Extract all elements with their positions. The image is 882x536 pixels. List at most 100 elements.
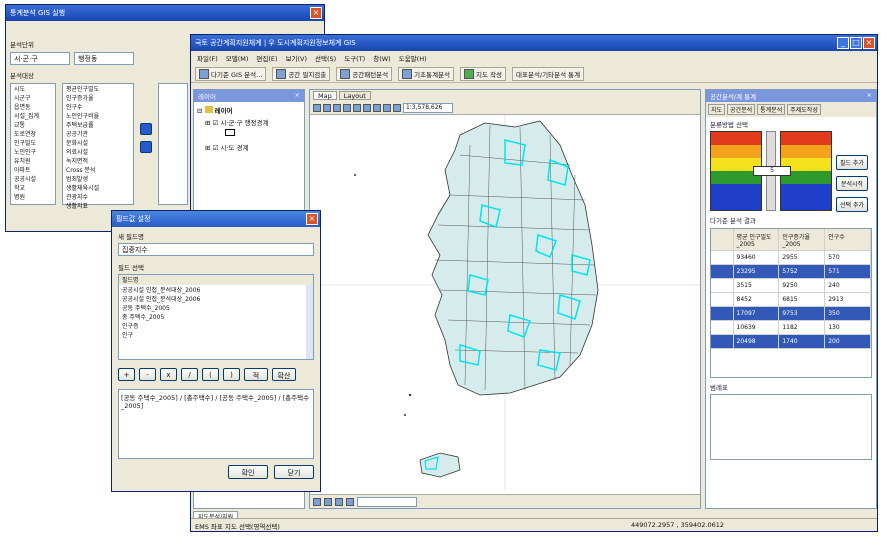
- remove-arrow-button[interactable]: [140, 141, 152, 153]
- identify-icon[interactable]: [373, 103, 381, 112]
- list-item[interactable]: 시군구: [11, 93, 55, 102]
- close-icon[interactable]: ×: [867, 91, 872, 101]
- close-icon[interactable]: ×: [306, 213, 318, 225]
- table-row[interactable]: 8452 6815 2913: [711, 293, 871, 307]
- toc-layer-1[interactable]: ⊞ ☑ 시·군·구 행정경계: [197, 117, 301, 127]
- list-item[interactable]: 공공시설 인접_분석대상_2006: [119, 285, 313, 294]
- list-item[interactable]: Cross 분석: [63, 165, 133, 174]
- list-item[interactable]: 공공기관: [63, 129, 133, 138]
- list-item[interactable]: 녹지면적: [63, 156, 133, 165]
- list-item[interactable]: 유치원: [11, 156, 55, 165]
- korea-map[interactable]: [310, 115, 700, 491]
- maximize-icon[interactable]: □: [850, 37, 862, 49]
- table-row[interactable]: 3515 9250 240: [711, 279, 871, 293]
- tab-layout[interactable]: Layout: [338, 91, 371, 100]
- layer-checkbox[interactable]: ☑: [213, 119, 219, 127]
- minimize-icon[interactable]: _: [837, 37, 849, 49]
- zoom-in-icon[interactable]: [333, 103, 341, 112]
- list-item[interactable]: 평균인구밀도: [63, 84, 133, 93]
- list-item[interactable]: 인구증: [119, 321, 313, 330]
- add-arrow-button[interactable]: [140, 123, 152, 135]
- pattern-button[interactable]: 공간패턴분석: [336, 66, 393, 81]
- select-icon[interactable]: [363, 103, 371, 112]
- zoom-out-icon[interactable]: [343, 103, 351, 112]
- draw-circle-icon[interactable]: [335, 497, 343, 506]
- list-item[interactable]: 아파트: [11, 165, 55, 174]
- multi-criteria-button[interactable]: 다기준 GIS 분석...: [195, 66, 267, 81]
- menu-window[interactable]: 창(W): [373, 53, 390, 63]
- tab-map[interactable]: Map: [313, 91, 337, 100]
- list-item[interactable]: 읍면동: [11, 102, 55, 111]
- refresh-icon[interactable]: [393, 103, 401, 112]
- tab-thematic[interactable]: 주제도작성: [787, 104, 821, 115]
- toc-root[interactable]: ⊟ 레이어: [197, 105, 301, 115]
- operator-button[interactable]: (: [202, 368, 219, 381]
- table-row[interactable]: 23295 5752 571: [711, 265, 871, 279]
- menu-model[interactable]: 모델(M): [226, 53, 249, 63]
- close-button[interactable]: 닫기: [274, 465, 314, 479]
- draw-rect-icon[interactable]: [324, 497, 332, 506]
- list-item[interactable]: 노인인구: [11, 147, 55, 156]
- operator-button[interactable]: 확산: [272, 368, 296, 381]
- add-selection-button[interactable]: 선택 추가: [836, 197, 868, 212]
- list-item[interactable]: 생활체육시설: [63, 183, 133, 192]
- save-icon[interactable]: [313, 103, 321, 112]
- list-item[interactable]: 공공시설: [11, 174, 55, 183]
- close-icon[interactable]: ×: [863, 37, 875, 49]
- operator-button[interactable]: -: [139, 368, 156, 381]
- scale-combo[interactable]: 1:3,578,626: [403, 102, 453, 113]
- menu-select[interactable]: 선택(S): [315, 53, 336, 63]
- list-scrollbar[interactable]: [306, 285, 313, 359]
- list-item[interactable]: 도로연장: [11, 129, 55, 138]
- list-item[interactable]: 병원: [11, 192, 55, 201]
- toc-layer-2[interactable]: ⊞ ☑ 시·도 경계: [197, 142, 301, 152]
- table-row[interactable]: 10639 1182 130: [711, 321, 871, 335]
- text-icon[interactable]: [346, 497, 354, 506]
- list-item[interactable]: 노인인구비율: [63, 111, 133, 120]
- field-list[interactable]: 필드명 공공시설 인접_분석대상_2006 공공시설 인접_분석대상_2006 공동…: [118, 274, 314, 360]
- list-item[interactable]: 교통: [11, 120, 55, 129]
- slider-thumb[interactable]: 5: [753, 166, 791, 176]
- tab-spatial[interactable]: 공간분석: [727, 104, 756, 115]
- classify-slider[interactable]: 5: [753, 131, 791, 211]
- list-item[interactable]: 학교: [11, 183, 55, 192]
- variable-list[interactable]: 평균인구밀도 인구증가율 인구수 노인인구비율 주택보급률 공공기관 문화시설 의료시설 녹지면…: [62, 83, 134, 210]
- list-item[interactable]: 인구증가율: [63, 93, 133, 102]
- result-table[interactable]: 평균 인구밀도_2005 인구증가율_2005 인구수 93460 2955 570…: [710, 228, 872, 378]
- menu-edit[interactable]: 편집(E): [256, 53, 277, 63]
- analysis-target-combo[interactable]: 행정동: [74, 52, 134, 65]
- list-item[interactable]: 인구수: [63, 102, 133, 111]
- pin-icon[interactable]: ×: [295, 91, 300, 101]
- menu-file[interactable]: 파일(F): [197, 53, 218, 63]
- list-item[interactable]: 의료시설: [63, 147, 133, 156]
- list-item[interactable]: 시설_집계: [11, 111, 55, 120]
- list-item[interactable]: 시도: [11, 84, 55, 93]
- list-item[interactable]: 인구밀도: [11, 138, 55, 147]
- table-row[interactable]: 20498 1740 200: [711, 335, 871, 349]
- operator-button[interactable]: x: [160, 368, 177, 381]
- list-item[interactable]: 생활지표: [63, 201, 133, 210]
- basic-stats-button[interactable]: 기초통계분석: [398, 66, 455, 81]
- tab-stats[interactable]: 통계분석: [757, 104, 786, 115]
- operator-button[interactable]: /: [181, 368, 198, 381]
- measure-icon[interactable]: [383, 103, 391, 112]
- list-item[interactable]: 관광지수: [63, 192, 133, 201]
- map-make-button[interactable]: 지도 작성: [460, 66, 507, 81]
- full-extent-icon[interactable]: [353, 103, 361, 112]
- close-icon[interactable]: ×: [310, 7, 322, 19]
- other-stats-button[interactable]: 대표분석/기타분석 통계: [512, 66, 585, 81]
- table-row[interactable]: 17097 9753 350: [711, 307, 871, 321]
- expression-box[interactable]: [공동 주택수_2005] / [총주택수] / [공동 주택수_2005] /…: [118, 389, 314, 459]
- add-field-button[interactable]: 필드 추가: [836, 155, 868, 170]
- operator-button[interactable]: ): [223, 368, 240, 381]
- operator-button[interactable]: 적: [244, 368, 268, 381]
- menu-help[interactable]: 도움말(H): [399, 53, 427, 63]
- list-item[interactable]: 주택보급률: [63, 120, 133, 129]
- font-combo[interactable]: [357, 496, 417, 507]
- list-item[interactable]: 공공시설 인접_분석대상_2006: [119, 294, 313, 303]
- layer-checkbox[interactable]: ☑: [213, 144, 219, 152]
- list-item[interactable]: 범죄발생: [63, 174, 133, 183]
- list-item[interactable]: 총 주택수_2005: [119, 312, 313, 321]
- draw-line-icon[interactable]: [313, 497, 321, 506]
- list-item[interactable]: 공동 주택수_2005: [119, 303, 313, 312]
